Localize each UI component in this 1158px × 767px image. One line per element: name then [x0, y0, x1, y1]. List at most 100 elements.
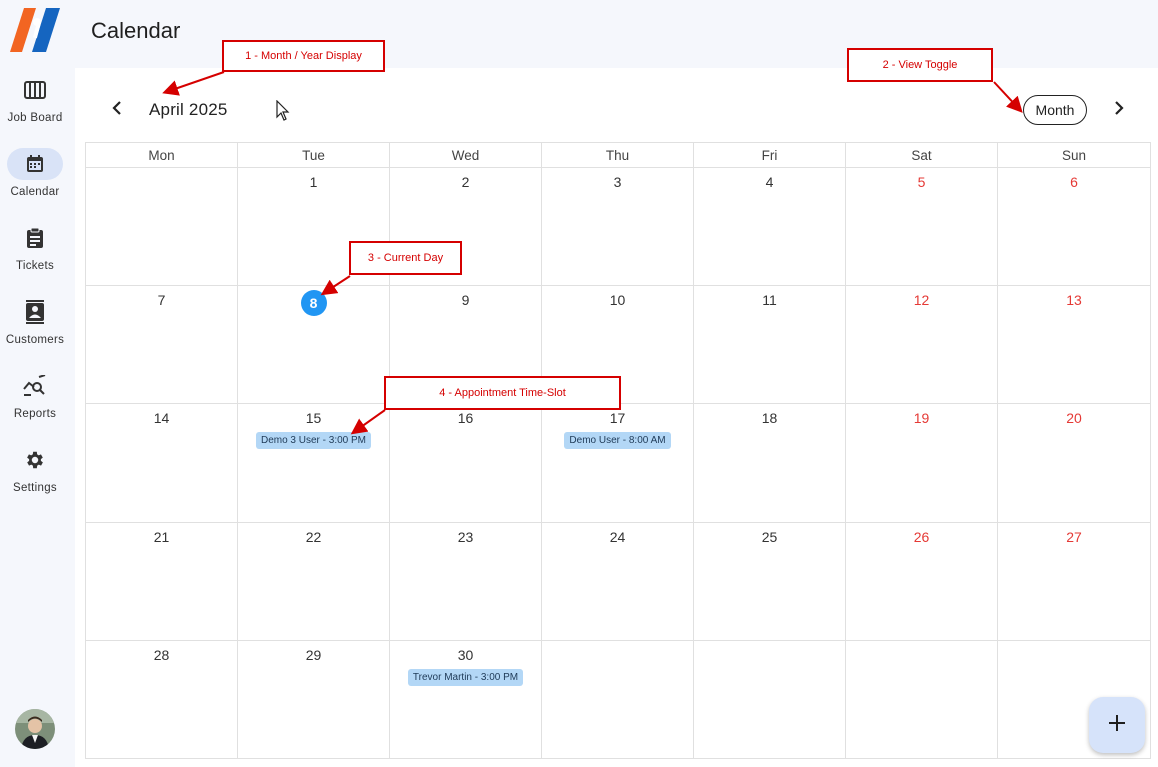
- day-number: 16: [457, 410, 474, 427]
- day-cell[interactable]: 16: [390, 404, 542, 523]
- sidebar-item-reports[interactable]: Reports: [0, 370, 70, 420]
- day-of-week-label: Sat: [846, 143, 998, 168]
- day-number: 20: [1066, 410, 1082, 427]
- day-number: 18: [761, 410, 778, 427]
- day-cell[interactable]: [542, 640, 694, 759]
- chevron-right-icon: [1114, 100, 1124, 120]
- next-month-button[interactable]: [1104, 95, 1134, 125]
- sidebar-item-label: Settings: [13, 482, 57, 494]
- day-cell[interactable]: 6: [998, 168, 1150, 287]
- day-cell[interactable]: [846, 640, 998, 759]
- day-of-week-label: Mon: [86, 143, 238, 168]
- sidebar-item-job-board[interactable]: Job Board: [0, 74, 70, 124]
- previous-month-button[interactable]: [102, 95, 132, 125]
- day-of-week-label: Thu: [542, 143, 694, 168]
- add-appointment-button[interactable]: [1089, 697, 1145, 753]
- day-number: 28: [153, 646, 170, 663]
- day-number: 5: [917, 174, 926, 190]
- day-cell[interactable]: 11: [694, 286, 846, 405]
- day-cell[interactable]: 22: [238, 522, 390, 641]
- day-cell[interactable]: 29: [238, 640, 390, 759]
- day-number: 23: [457, 528, 474, 545]
- day-cell[interactable]: 12: [846, 286, 998, 405]
- day-number: [846, 647, 997, 663]
- day-number: 22: [305, 528, 322, 545]
- day-number: [998, 647, 1150, 663]
- day-cell[interactable]: [694, 640, 846, 759]
- day-number: 29: [305, 646, 322, 663]
- view-toggle-button[interactable]: Month: [1023, 95, 1087, 125]
- day-number: 11: [762, 292, 777, 309]
- day-number: 26: [913, 528, 930, 545]
- sidebar-item-customers[interactable]: Customers: [0, 296, 70, 346]
- user-avatar[interactable]: [15, 709, 55, 749]
- day-cell[interactable]: 14: [86, 404, 238, 523]
- day-number: 7: [157, 292, 166, 309]
- day-number: 12: [913, 292, 930, 309]
- day-cell[interactable]: 5: [846, 168, 998, 287]
- day-number: 3: [613, 174, 622, 190]
- day-cell[interactable]: 23: [390, 522, 542, 641]
- mouse-cursor-icon: [276, 100, 290, 121]
- appointment-event[interactable]: Demo User - 8:00 AM: [564, 432, 671, 450]
- day-number: 10: [609, 292, 626, 309]
- current-day-badge: 8: [300, 290, 327, 317]
- day-number: 14: [153, 410, 170, 427]
- day-cell[interactable]: 30 Trevor Martin - 3:00 PM: [390, 640, 542, 759]
- query-stats-icon: [7, 370, 63, 402]
- chevron-left-icon: [112, 100, 122, 120]
- day-cell[interactable]: 27: [998, 523, 1150, 641]
- day-cell[interactable]: [86, 168, 238, 287]
- day-number: 25: [761, 528, 778, 545]
- day-cell[interactable]: 21: [86, 522, 238, 641]
- day-cell[interactable]: 18: [694, 404, 846, 523]
- sidebar-item-label: Job Board: [7, 112, 63, 124]
- contacts-icon: [7, 296, 63, 328]
- day-cell[interactable]: 20: [998, 404, 1150, 523]
- sidebar-item-tickets[interactable]: Tickets: [0, 222, 70, 272]
- day-cell[interactable]: 26: [846, 522, 998, 641]
- day-number: 24: [609, 528, 626, 545]
- day-of-week-label: Tue: [238, 143, 390, 168]
- sidebar-item-settings[interactable]: Settings: [0, 444, 70, 494]
- day-of-week-header: Mon Tue Wed Thu Fri Sat Sun: [86, 143, 1150, 168]
- app-logo: [10, 8, 60, 52]
- day-number: 17: [609, 410, 626, 427]
- day-number: 4: [765, 174, 774, 190]
- day-number: 1: [309, 174, 318, 190]
- gear-icon: [7, 444, 63, 476]
- day-number: 27: [1066, 528, 1082, 545]
- day-number: 6: [1070, 174, 1078, 190]
- day-number: 30: [457, 646, 474, 663]
- day-cell[interactable]: 17 Demo User - 8:00 AM: [542, 404, 694, 523]
- current-day-cell[interactable]: 8: [238, 286, 390, 405]
- day-number: [86, 174, 237, 190]
- day-number: 2: [461, 174, 470, 190]
- day-cell[interactable]: 24: [542, 522, 694, 641]
- day-number: [542, 647, 693, 663]
- calendar-panel: April 2025 Month Mon Tue Wed Thu Fri Sat…: [75, 68, 1158, 767]
- sidebar-item-label: Tickets: [15, 260, 55, 272]
- day-number: [694, 647, 845, 663]
- appointment-event[interactable]: Trevor Martin - 3:00 PM: [407, 668, 524, 686]
- day-cell[interactable]: 25: [694, 522, 846, 641]
- day-cell[interactable]: 15 Demo 3 User - 3:00 PM: [238, 404, 390, 523]
- day-number: 9: [461, 292, 470, 309]
- day-cell[interactable]: 28: [86, 640, 238, 759]
- day-of-week-label: Sun: [1061, 148, 1087, 163]
- day-cell[interactable]: 4: [694, 168, 846, 287]
- clipboard-icon: [7, 222, 63, 254]
- day-cell[interactable]: 7: [86, 286, 238, 405]
- weeks-grid: 1 2 3 4 5 6 7 8 9 10 11 12 13 14 15 Demo …: [86, 168, 1150, 759]
- annotation-current-day: 3 - Current Day: [349, 241, 462, 275]
- month-year-display: April 2025: [149, 100, 228, 119]
- day-cell[interactable]: 19: [846, 404, 998, 523]
- appointment-event[interactable]: Demo 3 User - 3:00 PM: [255, 432, 372, 450]
- day-number: 13: [1066, 292, 1082, 309]
- annotation-view-toggle: 2 - View Toggle: [847, 48, 993, 82]
- month-grid: Mon Tue Wed Thu Fri Sat Sun 1 2 3 4 5 6 …: [85, 142, 1151, 759]
- sidebar-item-label: Calendar: [10, 186, 60, 198]
- day-cell[interactable]: 13: [998, 286, 1150, 405]
- sidebar-item-calendar[interactable]: Calendar: [0, 148, 70, 198]
- day-cell[interactable]: 3: [542, 168, 694, 287]
